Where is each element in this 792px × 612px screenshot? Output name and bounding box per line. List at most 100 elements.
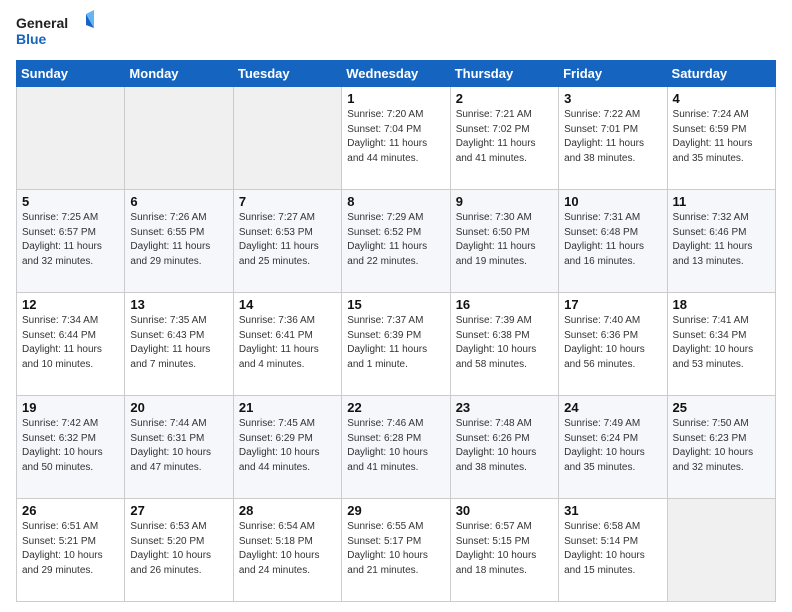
day-number: 30 — [456, 503, 553, 518]
day-cell: 7Sunrise: 7:27 AM Sunset: 6:53 PM Daylig… — [233, 190, 341, 293]
day-info: Sunrise: 7:46 AM Sunset: 6:28 PM Dayligh… — [347, 417, 444, 475]
day-cell — [667, 499, 775, 602]
weekday-friday: Friday — [559, 61, 667, 87]
day-cell: 4 Sunrise: 7:24 AM Sunset: 6:59 PM Daylig… — [667, 87, 775, 190]
day-cell: 31 Sunrise: 6:58 AM Sunset: 5:14 PM Dayli… — [559, 499, 667, 602]
day-number: 1 — [347, 91, 444, 106]
day-cell: 25 Sunrise: 7:50 AM Sunset: 6:23 PM Dayli… — [667, 396, 775, 499]
day-info: Sunrise: 7:48 AM Sunset: 6:26 PM Dayligh… — [456, 417, 553, 475]
day-info: Sunrise: 7:22 AM Sunset: 7:01 PM Dayligh… — [564, 108, 661, 166]
day-cell: 23Sunrise: 7:48 AM Sunset: 6:26 PM Dayli… — [450, 396, 558, 499]
day-info: Sunrise: 7:31 AM Sunset: 6:48 PM Dayligh… — [564, 211, 661, 269]
day-info: Sunrise: 7:42 AM Sunset: 6:32 PM Dayligh… — [22, 417, 119, 475]
logo: General Blue — [16, 10, 96, 54]
day-number: 12 — [22, 297, 119, 312]
week-row-3: 12 Sunrise: 7:34 AM Sunset: 6:44 PM Dayli… — [17, 293, 776, 396]
day-number: 19 — [22, 400, 119, 415]
day-number: 7 — [239, 194, 336, 209]
day-cell: 18 Sunrise: 7:41 AM Sunset: 6:34 PM Dayli… — [667, 293, 775, 396]
day-number: 29 — [347, 503, 444, 518]
day-number: 21 — [239, 400, 336, 415]
generalblue-logo-icon: General Blue — [16, 10, 96, 54]
day-number: 8 — [347, 194, 444, 209]
day-info: Sunrise: 7:40 AM Sunset: 6:36 PM Dayligh… — [564, 314, 661, 372]
day-cell: 16 Sunrise: 7:39 AM Sunset: 6:38 PM Dayli… — [450, 293, 558, 396]
day-info: Sunrise: 7:20 AM Sunset: 7:04 PM Dayligh… — [347, 108, 444, 166]
day-cell: 1 Sunrise: 7:20 AM Sunset: 7:04 PM Daylig… — [342, 87, 450, 190]
day-cell: 11 Sunrise: 7:32 AM Sunset: 6:46 PM Dayli… — [667, 190, 775, 293]
day-cell: 13Sunrise: 7:35 AM Sunset: 6:43 PM Dayli… — [125, 293, 233, 396]
day-info: Sunrise: 6:51 AM Sunset: 5:21 PM Dayligh… — [22, 520, 119, 578]
day-number: 5 — [22, 194, 119, 209]
day-info: Sunrise: 7:36 AM Sunset: 6:41 PM Dayligh… — [239, 314, 336, 372]
day-cell: 9 Sunrise: 7:30 AM Sunset: 6:50 PM Daylig… — [450, 190, 558, 293]
day-info: Sunrise: 6:57 AM Sunset: 5:15 PM Dayligh… — [456, 520, 553, 578]
day-info: Sunrise: 7:29 AM Sunset: 6:52 PM Dayligh… — [347, 211, 444, 269]
day-info: Sunrise: 7:37 AM Sunset: 6:39 PM Dayligh… — [347, 314, 444, 372]
day-number: 25 — [673, 400, 770, 415]
day-cell: 15Sunrise: 7:37 AM Sunset: 6:39 PM Dayli… — [342, 293, 450, 396]
day-cell: 28Sunrise: 6:54 AM Sunset: 5:18 PM Dayli… — [233, 499, 341, 602]
day-info: Sunrise: 7:34 AM Sunset: 6:44 PM Dayligh… — [22, 314, 119, 372]
day-number: 10 — [564, 194, 661, 209]
day-info: Sunrise: 7:30 AM Sunset: 6:50 PM Dayligh… — [456, 211, 553, 269]
day-info: Sunrise: 7:24 AM Sunset: 6:59 PM Dayligh… — [673, 108, 770, 166]
day-cell: 26 Sunrise: 6:51 AM Sunset: 5:21 PM Dayli… — [17, 499, 125, 602]
day-cell: 22 Sunrise: 7:46 AM Sunset: 6:28 PM Dayli… — [342, 396, 450, 499]
weekday-thursday: Thursday — [450, 61, 558, 87]
day-cell: 12 Sunrise: 7:34 AM Sunset: 6:44 PM Dayli… — [17, 293, 125, 396]
day-info: Sunrise: 7:39 AM Sunset: 6:38 PM Dayligh… — [456, 314, 553, 372]
week-row-4: 19 Sunrise: 7:42 AM Sunset: 6:32 PM Dayli… — [17, 396, 776, 499]
day-cell: 5Sunrise: 7:25 AM Sunset: 6:57 PM Daylig… — [17, 190, 125, 293]
day-number: 24 — [564, 400, 661, 415]
day-number: 13 — [130, 297, 227, 312]
calendar-table: SundayMondayTuesdayWednesdayThursdayFrid… — [16, 60, 776, 602]
svg-text:General: General — [16, 15, 68, 31]
day-number: 6 — [130, 194, 227, 209]
day-info: Sunrise: 7:41 AM Sunset: 6:34 PM Dayligh… — [673, 314, 770, 372]
day-number: 11 — [673, 194, 770, 209]
day-number: 18 — [673, 297, 770, 312]
week-row-1: 1 Sunrise: 7:20 AM Sunset: 7:04 PM Daylig… — [17, 87, 776, 190]
day-number: 9 — [456, 194, 553, 209]
day-number: 3 — [564, 91, 661, 106]
day-info: Sunrise: 7:45 AM Sunset: 6:29 PM Dayligh… — [239, 417, 336, 475]
day-cell: 21 Sunrise: 7:45 AM Sunset: 6:29 PM Dayli… — [233, 396, 341, 499]
day-number: 26 — [22, 503, 119, 518]
day-cell: 10 Sunrise: 7:31 AM Sunset: 6:48 PM Dayli… — [559, 190, 667, 293]
day-cell: 2Sunrise: 7:21 AM Sunset: 7:02 PM Daylig… — [450, 87, 558, 190]
week-row-2: 5Sunrise: 7:25 AM Sunset: 6:57 PM Daylig… — [17, 190, 776, 293]
day-number: 20 — [130, 400, 227, 415]
weekday-saturday: Saturday — [667, 61, 775, 87]
day-number: 16 — [456, 297, 553, 312]
page: General Blue SundayMondayTuesdayWednesda… — [0, 0, 792, 612]
day-cell: 27Sunrise: 6:53 AM Sunset: 5:20 PM Dayli… — [125, 499, 233, 602]
day-info: Sunrise: 6:58 AM Sunset: 5:14 PM Dayligh… — [564, 520, 661, 578]
day-info: Sunrise: 7:49 AM Sunset: 6:24 PM Dayligh… — [564, 417, 661, 475]
day-number: 17 — [564, 297, 661, 312]
day-info: Sunrise: 6:53 AM Sunset: 5:20 PM Dayligh… — [130, 520, 227, 578]
day-cell: 24 Sunrise: 7:49 AM Sunset: 6:24 PM Dayli… — [559, 396, 667, 499]
weekday-header-row: SundayMondayTuesdayWednesdayThursdayFrid… — [17, 61, 776, 87]
day-info: Sunrise: 7:21 AM Sunset: 7:02 PM Dayligh… — [456, 108, 553, 166]
day-cell: 17 Sunrise: 7:40 AM Sunset: 6:36 PM Dayli… — [559, 293, 667, 396]
day-number: 28 — [239, 503, 336, 518]
day-cell — [233, 87, 341, 190]
weekday-monday: Monday — [125, 61, 233, 87]
day-cell — [17, 87, 125, 190]
day-info: Sunrise: 7:32 AM Sunset: 6:46 PM Dayligh… — [673, 211, 770, 269]
day-number: 31 — [564, 503, 661, 518]
svg-text:Blue: Blue — [16, 31, 47, 47]
day-cell: 6Sunrise: 7:26 AM Sunset: 6:55 PM Daylig… — [125, 190, 233, 293]
day-info: Sunrise: 7:44 AM Sunset: 6:31 PM Dayligh… — [130, 417, 227, 475]
day-cell: 19 Sunrise: 7:42 AM Sunset: 6:32 PM Dayli… — [17, 396, 125, 499]
day-number: 4 — [673, 91, 770, 106]
day-info: Sunrise: 7:50 AM Sunset: 6:23 PM Dayligh… — [673, 417, 770, 475]
week-row-5: 26 Sunrise: 6:51 AM Sunset: 5:21 PM Dayli… — [17, 499, 776, 602]
day-cell — [125, 87, 233, 190]
day-info: Sunrise: 6:55 AM Sunset: 5:17 PM Dayligh… — [347, 520, 444, 578]
day-number: 22 — [347, 400, 444, 415]
day-cell: 29 Sunrise: 6:55 AM Sunset: 5:17 PM Dayli… — [342, 499, 450, 602]
day-cell: 14Sunrise: 7:36 AM Sunset: 6:41 PM Dayli… — [233, 293, 341, 396]
weekday-tuesday: Tuesday — [233, 61, 341, 87]
